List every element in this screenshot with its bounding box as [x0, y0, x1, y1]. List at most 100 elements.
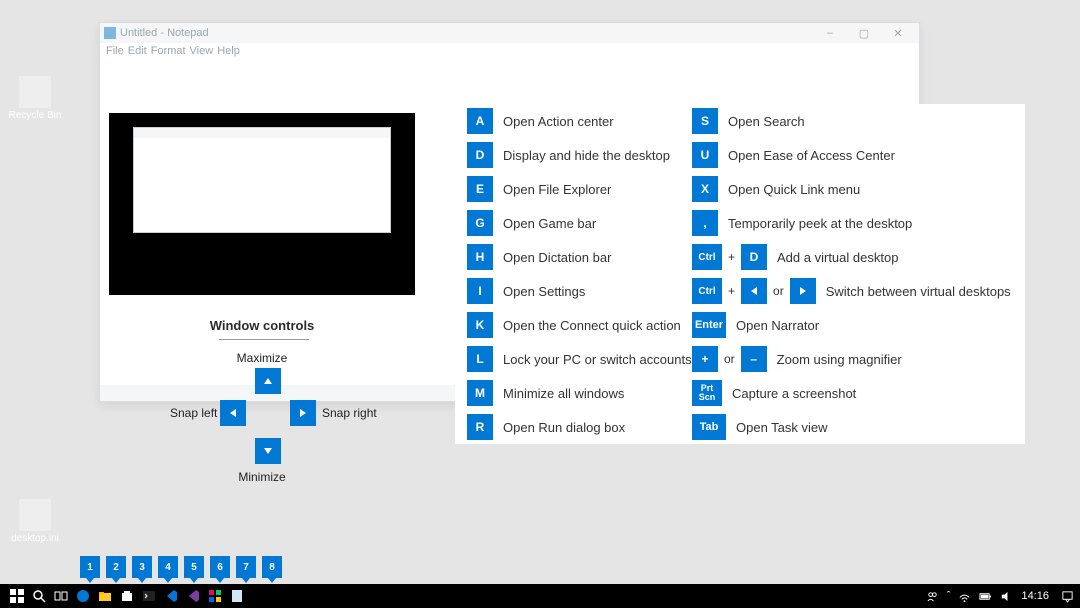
- close-button[interactable]: ✕: [881, 27, 915, 40]
- store-icon: [120, 589, 134, 603]
- shortcut-desc: Open File Explorer: [503, 182, 611, 197]
- shortcut-row: TabOpen Task view: [692, 410, 1011, 444]
- start-button[interactable]: [6, 584, 28, 608]
- volume-icon[interactable]: [1000, 590, 1013, 603]
- or-joiner: or: [724, 352, 735, 366]
- task-view-button[interactable]: [50, 584, 72, 608]
- ctrl-key-badge: Ctrl: [692, 278, 722, 304]
- windows-icon: [10, 589, 24, 603]
- menu-help[interactable]: Help: [217, 45, 240, 57]
- shortcut-desc: Open Search: [728, 114, 805, 129]
- key-badge: ,: [692, 210, 718, 236]
- key-badge: X: [692, 176, 718, 202]
- edge-icon: [76, 589, 90, 603]
- key-badge: M: [467, 380, 493, 406]
- taskbar-number-key: 5: [184, 556, 204, 578]
- clock[interactable]: 14:16: [1021, 590, 1049, 602]
- taskbar-number-key: 1: [80, 556, 100, 578]
- notification-icon[interactable]: [1061, 590, 1074, 603]
- shortcut-row: EOpen File Explorer: [467, 172, 692, 206]
- key-badge: H: [467, 244, 493, 270]
- shortcut-desc: Minimize all windows: [503, 386, 624, 401]
- vscode-icon: [164, 589, 178, 603]
- window-controls-heading: Window controls: [109, 318, 415, 333]
- shortcut-row: Prt Scn Capture a screenshot: [692, 376, 1011, 410]
- key-badge: A: [467, 108, 493, 134]
- arrow-up-key: [255, 368, 281, 394]
- system-tray: ˆ 14:16: [926, 590, 1074, 603]
- shortcut-row: XOpen Quick Link menu: [692, 172, 1011, 206]
- file-icon: [19, 499, 51, 531]
- grid-icon: [208, 589, 222, 603]
- battery-icon[interactable]: [979, 590, 992, 603]
- taskbar-number-key: 6: [210, 556, 230, 578]
- search-icon: [32, 589, 46, 603]
- taskbar-number-key: 2: [106, 556, 126, 578]
- edge-button[interactable]: [72, 584, 94, 608]
- preview-thumbnail: [133, 127, 391, 233]
- taskbar-number-overlay: 12345678: [80, 556, 282, 578]
- shortcut-desc: Open Settings: [503, 284, 585, 299]
- key-badge: G: [467, 210, 493, 236]
- shortcut-row: Ctrl+DAdd a virtual desktop: [692, 240, 1011, 274]
- shortcut-desc: Switch between virtual desktops: [826, 284, 1011, 299]
- shortcut-desc: Open Run dialog box: [503, 420, 625, 435]
- recycle-bin-label: Recycle Bin: [4, 110, 66, 121]
- plus-joiner: +: [728, 250, 735, 264]
- vs-icon: [186, 589, 200, 603]
- shortcut-desc: Open the Connect quick action: [503, 318, 681, 333]
- app-button-1[interactable]: [204, 584, 226, 608]
- terminal-button[interactable]: [138, 584, 160, 608]
- people-icon[interactable]: [926, 590, 939, 603]
- shortcut-row: R Open Run dialog box: [467, 410, 692, 444]
- shortcut-row: ,Temporarily peek at the desktop: [692, 206, 1011, 240]
- shortcut-column-right: SOpen SearchUOpen Ease of Access CenterX…: [692, 104, 1011, 444]
- minimize-button[interactable]: –: [813, 27, 847, 39]
- explorer-button[interactable]: [94, 584, 116, 608]
- recycle-bin-icon[interactable]: Recycle Bin: [4, 76, 66, 121]
- chevron-up-icon: [263, 376, 273, 386]
- shortcut-row: HOpen Dictation bar: [467, 240, 692, 274]
- search-button[interactable]: [28, 584, 50, 608]
- shortcut-row: UOpen Ease of Access Center: [692, 138, 1011, 172]
- heading-underline: [219, 339, 309, 340]
- notepad-icon: [104, 27, 116, 39]
- shortcut-desc: Open Action center: [503, 114, 614, 129]
- menu-view[interactable]: View: [190, 45, 214, 57]
- arrow-left-key: [741, 278, 767, 304]
- arrow-left-key: [220, 400, 246, 426]
- menu-file[interactable]: File: [106, 45, 124, 57]
- shortcut-row: GOpen Game bar: [467, 206, 692, 240]
- terminal-icon: [142, 589, 156, 603]
- shortcut-row: A Open Action center: [467, 104, 692, 138]
- menu-format[interactable]: Format: [151, 45, 186, 57]
- folder-icon: [98, 589, 112, 603]
- task-view-icon: [54, 589, 68, 603]
- shortcut-row: +or–Zoom using magnifier: [692, 342, 1011, 376]
- shortcut-desc: Capture a screenshot: [732, 386, 856, 401]
- key-badge: I: [467, 278, 493, 304]
- wifi-icon[interactable]: [958, 590, 971, 603]
- key-badge: D: [741, 244, 767, 270]
- key-badge: Enter: [692, 312, 726, 338]
- vscode-button[interactable]: [160, 584, 182, 608]
- key-badge: Tab: [692, 414, 726, 440]
- shortcut-row: KOpen the Connect quick action: [467, 308, 692, 342]
- shortcut-row: I Open Settings: [467, 274, 692, 308]
- key-badge: L: [467, 346, 493, 372]
- menu-edit[interactable]: Edit: [128, 45, 147, 57]
- notepad-icon: [230, 589, 244, 603]
- shortcut-row: L Lock your PC or switch accounts: [467, 342, 692, 376]
- vs-button[interactable]: [182, 584, 204, 608]
- key-badge: R: [467, 414, 493, 440]
- key-badge: Prt Scn: [692, 380, 722, 406]
- snap-right-label: Snap right: [322, 406, 377, 420]
- key-badge: S: [692, 108, 718, 134]
- chevron-left-icon: [228, 408, 238, 418]
- notepad-taskbar-button[interactable]: [226, 584, 248, 608]
- shortcut-desc: Lock your PC or switch accounts: [503, 352, 692, 367]
- maximize-button[interactable]: ▢: [847, 27, 881, 40]
- desktop-ini-icon[interactable]: desktop.ini: [4, 499, 66, 544]
- store-button[interactable]: [116, 584, 138, 608]
- tray-chevron-icon[interactable]: ˆ: [947, 590, 951, 602]
